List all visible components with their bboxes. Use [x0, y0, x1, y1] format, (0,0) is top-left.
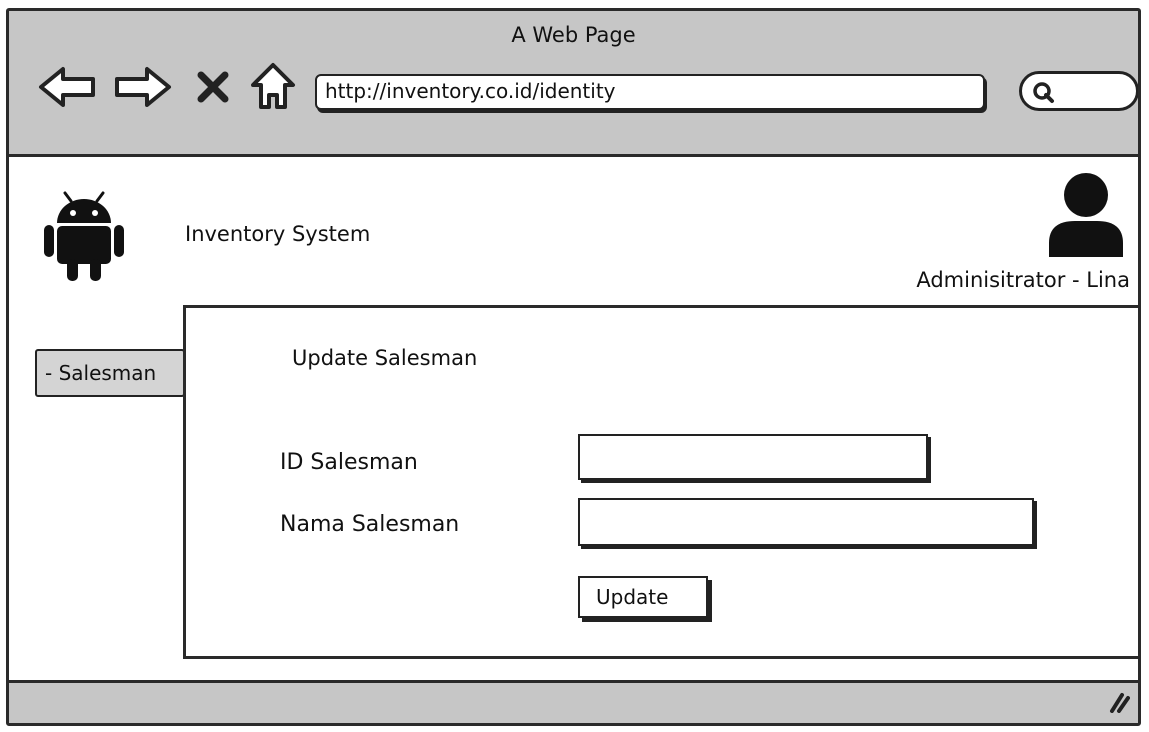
android-icon: [43, 189, 125, 285]
back-arrow-icon[interactable]: [37, 63, 99, 115]
close-icon[interactable]: [195, 69, 231, 109]
search-icon: [1033, 82, 1054, 103]
nama-salesman-label: Nama Salesman: [280, 512, 460, 537]
url-bar[interactable]: http://inventory.co.id/identity: [315, 74, 985, 110]
resize-grip-icon[interactable]: [1106, 689, 1130, 717]
home-icon[interactable]: [249, 61, 297, 117]
browser-search-box[interactable]: [1019, 71, 1138, 111]
id-salesman-label: ID Salesman: [280, 450, 418, 475]
id-salesman-input[interactable]: [578, 434, 928, 480]
nama-salesman-input[interactable]: [578, 498, 1034, 546]
sidebar-item-salesman[interactable]: - Salesman: [35, 349, 185, 397]
update-button[interactable]: Update: [578, 576, 708, 618]
app-name: Inventory System: [185, 222, 371, 246]
browser-toolbar: A Web Page http://inventory.co.id/identi…: [9, 11, 1138, 157]
form-title: Update Salesman: [292, 346, 478, 370]
browser-window: A Web Page http://inventory.co.id/identi…: [6, 8, 1141, 726]
user-name: Adminisitrator - Lina: [916, 268, 1130, 292]
user-icon[interactable]: [1045, 171, 1127, 265]
status-bar: [9, 680, 1138, 723]
window-title: A Web Page: [511, 23, 636, 47]
update-salesman-panel: Update Salesman ID Salesman Nama Salesma…: [183, 305, 1138, 659]
forward-arrow-icon[interactable]: [111, 63, 173, 115]
